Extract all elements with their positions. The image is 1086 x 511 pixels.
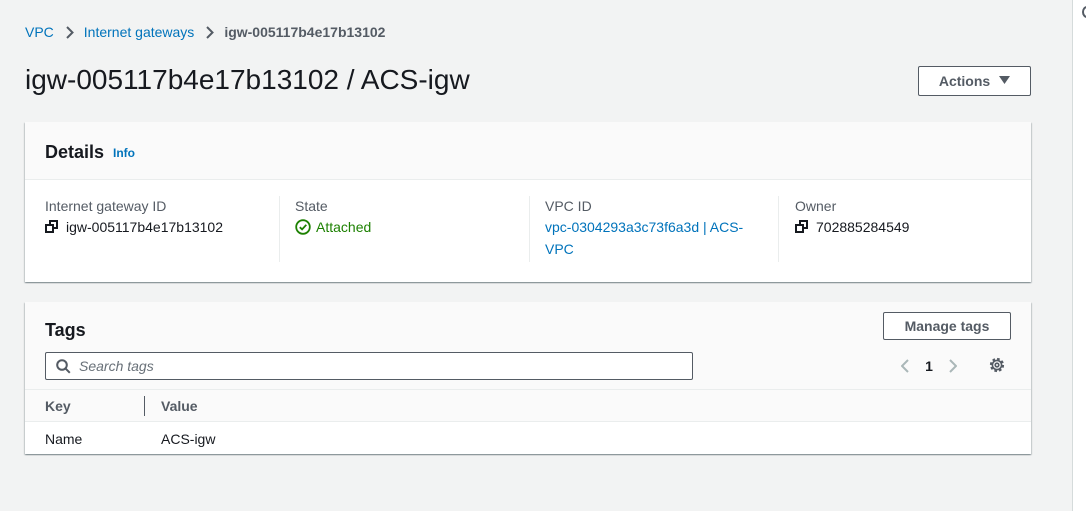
chevron-left-icon[interactable] (895, 359, 915, 373)
details-panel: Details Info Internet gateway ID igw-005… (25, 122, 1031, 282)
gateway-id-value: igw-005117b4e17b13102 (66, 219, 223, 235)
tags-table-header: Key Value (25, 390, 1031, 422)
state-value: Attached (316, 219, 372, 235)
tags-header: Tags Manage tags 1 (25, 302, 1031, 390)
owner-value-row: 702885284549 (795, 216, 909, 238)
breadcrumb-vpc[interactable]: VPC (25, 24, 54, 40)
copy-icon[interactable] (795, 220, 809, 234)
state-label: State (295, 198, 328, 214)
tag-key-cell: Name (45, 431, 83, 447)
search-icon (56, 358, 71, 374)
chevron-right-icon (66, 25, 74, 39)
chevron-right-icon (206, 25, 215, 39)
gateway-id-label: Internet gateway ID (45, 198, 167, 214)
column-divider (778, 196, 779, 262)
column-divider (529, 196, 530, 262)
details-title: Details (45, 142, 105, 162)
copy-icon[interactable] (45, 220, 59, 234)
actions-label: Actions (938, 73, 991, 89)
owner-value: 702885284549 (816, 219, 910, 235)
page-title: igw-005117b4e17b13102 / ACS-igw (25, 64, 470, 95)
vpc-id-label: VPC ID (545, 198, 592, 214)
chevron-right-icon[interactable] (943, 359, 963, 373)
manage-tags-button[interactable]: Manage tags (883, 312, 1011, 340)
details-header: Details Info (25, 122, 1031, 180)
breadcrumb: VPC Internet gateways igw-005117b4e17b13… (25, 22, 385, 42)
pagination: 1 (895, 354, 963, 378)
vpc-id-field: VPC ID vpc-0304293a3c73f6a3d | ACS-VPC (545, 196, 755, 264)
side-panel-icon[interactable] (1082, 6, 1086, 18)
column-header-value[interactable]: Value (161, 397, 198, 415)
owner-label: Owner (795, 198, 837, 214)
gateway-id-value-row: igw-005117b4e17b13102 (45, 216, 223, 238)
search-tags-box (45, 352, 693, 380)
breadcrumb-internet-gateways[interactable]: Internet gateways (84, 24, 195, 40)
gateway-id-field: Internet gateway ID igw-005117b4e17b1310… (45, 196, 223, 264)
breadcrumb-current: igw-005117b4e17b13102 (224, 24, 386, 40)
check-circle-icon (295, 219, 311, 235)
column-header-key[interactable]: Key (45, 397, 71, 415)
table-row: Name ACS-igw (25, 422, 1031, 454)
search-tags-input[interactable] (79, 358, 659, 374)
tags-panel: Tags Manage tags 1 (25, 302, 1031, 454)
owner-field: Owner 702885284549 (795, 196, 909, 264)
state-field: State Attached (295, 196, 371, 264)
column-divider (279, 196, 280, 262)
page-number[interactable]: 1 (915, 358, 943, 374)
tag-value-cell: ACS-igw (161, 431, 216, 447)
gear-icon[interactable] (988, 356, 1006, 374)
caret-down-icon (999, 75, 1011, 87)
info-link[interactable]: Info (113, 146, 135, 160)
vpc-id-link[interactable]: vpc-0304293a3c73f6a3d | ACS-VPC (545, 216, 755, 260)
tags-title: Tags (45, 320, 86, 340)
state-value-row: Attached (295, 216, 371, 238)
column-resizer[interactable] (144, 396, 145, 416)
actions-button[interactable]: Actions (918, 66, 1031, 96)
side-panel-strip (1073, 0, 1086, 511)
